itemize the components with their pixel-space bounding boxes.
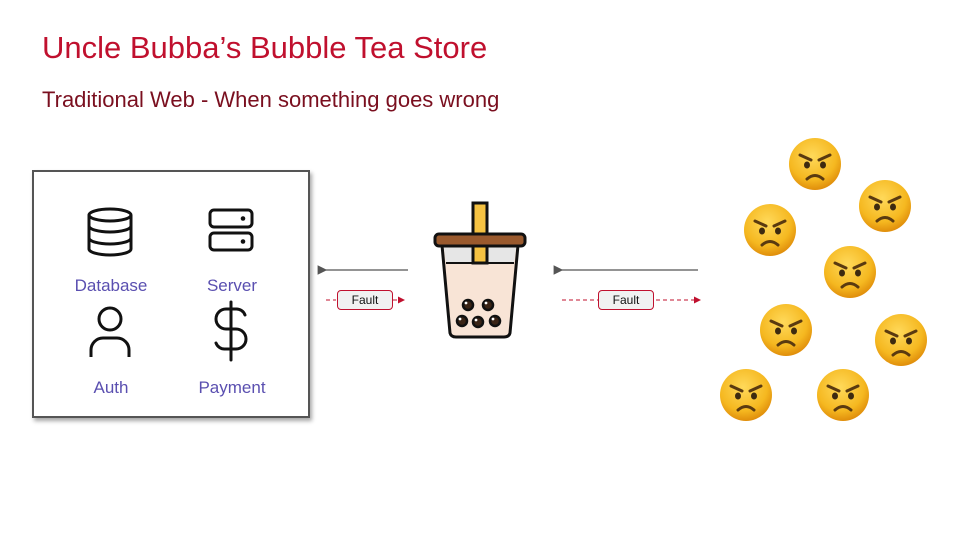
angry-face-emoji	[719, 368, 773, 422]
angry-face-emoji	[743, 203, 797, 257]
fault-badge-store: Fault	[598, 290, 654, 310]
angry-face-emoji	[788, 137, 842, 191]
angry-face-emoji	[874, 313, 928, 367]
angry-face-emoji	[816, 368, 870, 422]
fault-badge-backend: Fault	[337, 290, 393, 310]
angry-face-emoji	[823, 245, 877, 299]
angry-face-emoji	[858, 179, 912, 233]
angry-face-emoji	[759, 303, 813, 357]
bubble-tea-cup-icon	[433, 201, 527, 339]
